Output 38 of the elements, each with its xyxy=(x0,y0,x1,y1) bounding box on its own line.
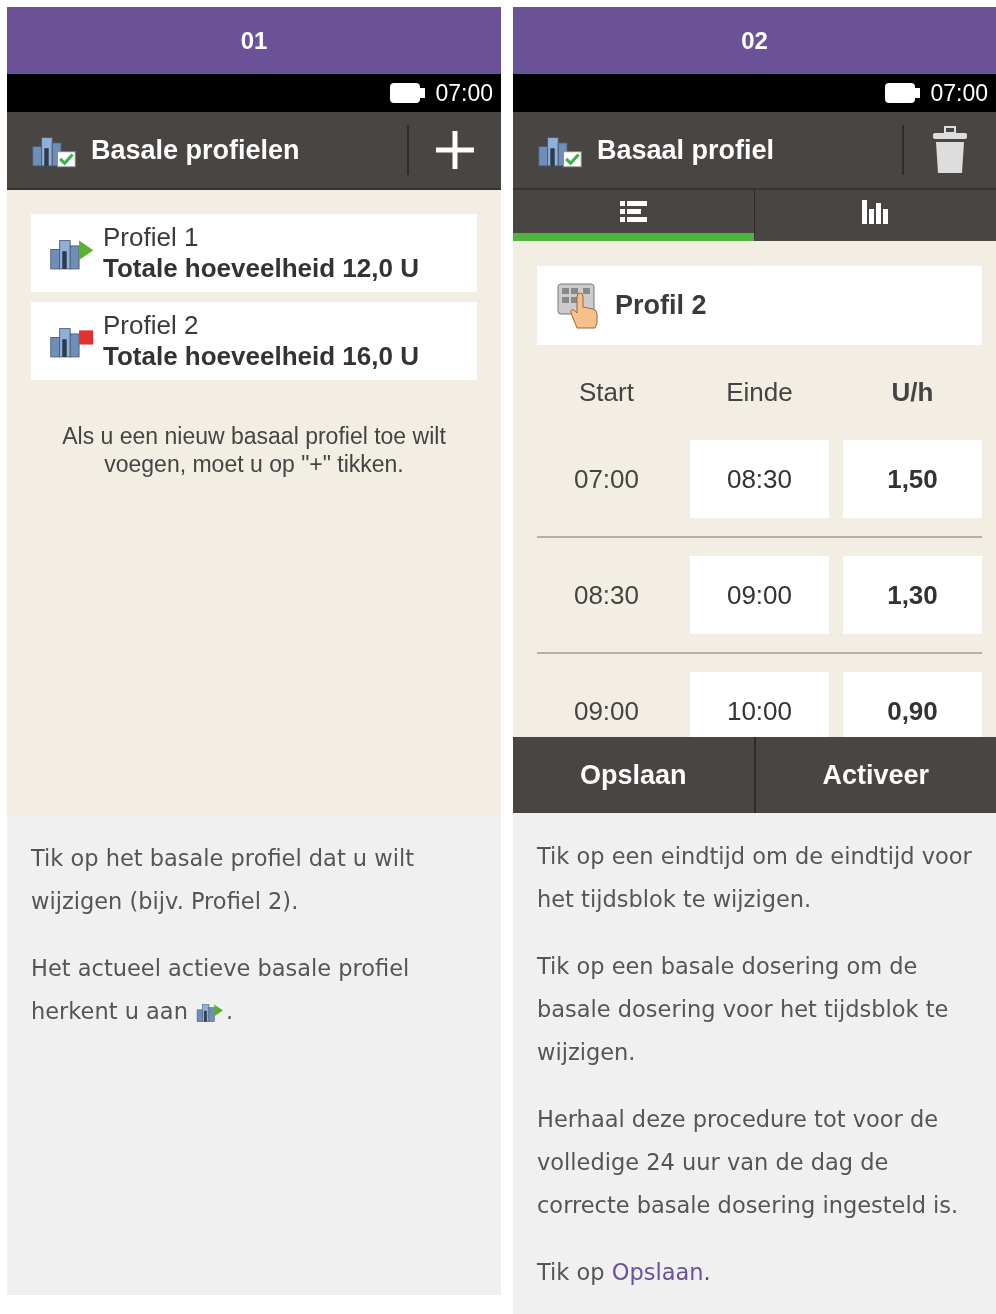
keypad-hand-icon xyxy=(557,282,599,329)
profile-item[interactable]: Profiel 1 Totale hoeveelheid 12,0 U xyxy=(31,214,477,292)
column-header: Einde xyxy=(725,376,794,409)
status-time: 07:00 xyxy=(435,79,493,107)
step-header: 02 xyxy=(513,7,996,74)
end-time-field[interactable]: 09:00 xyxy=(690,556,829,634)
opslaan-link[interactable]: Opslaan xyxy=(611,1259,704,1285)
step-header: 01 xyxy=(7,7,501,74)
screen-title: Basaal profiel xyxy=(597,134,776,166)
instruction-text: Tik op het basale profiel dat u wilt wijzigen (bijv. Profiel 2). xyxy=(31,844,415,916)
instruction-text: . xyxy=(225,997,234,1026)
screen-title: Basale profielen xyxy=(91,134,301,166)
profile-item[interactable]: Profiel 2 Totale hoeveelheid 16,0 U xyxy=(31,302,477,380)
end-time-field[interactable]: 10:00 xyxy=(690,672,829,737)
battery-icon xyxy=(884,82,923,104)
instruction-text: herkent u aan xyxy=(31,997,188,1026)
rate-field[interactable]: 1,30 xyxy=(843,556,982,634)
status-time: 07:00 xyxy=(930,79,988,107)
instruction-text: Het actueel actieve basale profiel xyxy=(31,954,410,983)
list-icon xyxy=(617,198,650,225)
instruction-text: Tik op een eindtijd om de eindtijd voor het tijdsblok te wijzigen. xyxy=(537,842,972,914)
battery-icon xyxy=(389,82,428,104)
profile-text: Profiel 1 Totale hoeveelheid 12,0 U xyxy=(103,222,419,284)
column-header: U/h xyxy=(890,376,935,409)
start-time: 08:30 xyxy=(572,578,641,612)
start-time: 09:00 xyxy=(572,694,641,728)
end-time-field[interactable]: 08:30 xyxy=(690,440,829,518)
profile-name: Profil 2 xyxy=(615,290,707,321)
rate-field[interactable]: 0,90 xyxy=(843,672,982,737)
instruction-text: Tik op een basale dosering om de basale dosering voor het tijdsblok te wijzigen. xyxy=(537,952,950,1067)
instruction-text: Tik op Opslaan. xyxy=(537,1258,712,1287)
rate-field[interactable]: 1,50 xyxy=(843,440,982,518)
start-time: 07:00 xyxy=(572,462,641,496)
instruction-text: Herhaal deze procedure tot voor de volledige 24 uur van de dag de correcte basale dosering ingesteld is. xyxy=(537,1105,960,1220)
column-header: Start xyxy=(578,376,635,409)
hint-text: Als u een nieuw basaal profiel toe wilt voegen, moet u op "+" tikken. xyxy=(61,422,447,478)
action-button[interactable]: Opslaan xyxy=(513,737,754,813)
profile-text: Profiel 2 Totale hoeveelheid 16,0 U xyxy=(103,310,419,372)
